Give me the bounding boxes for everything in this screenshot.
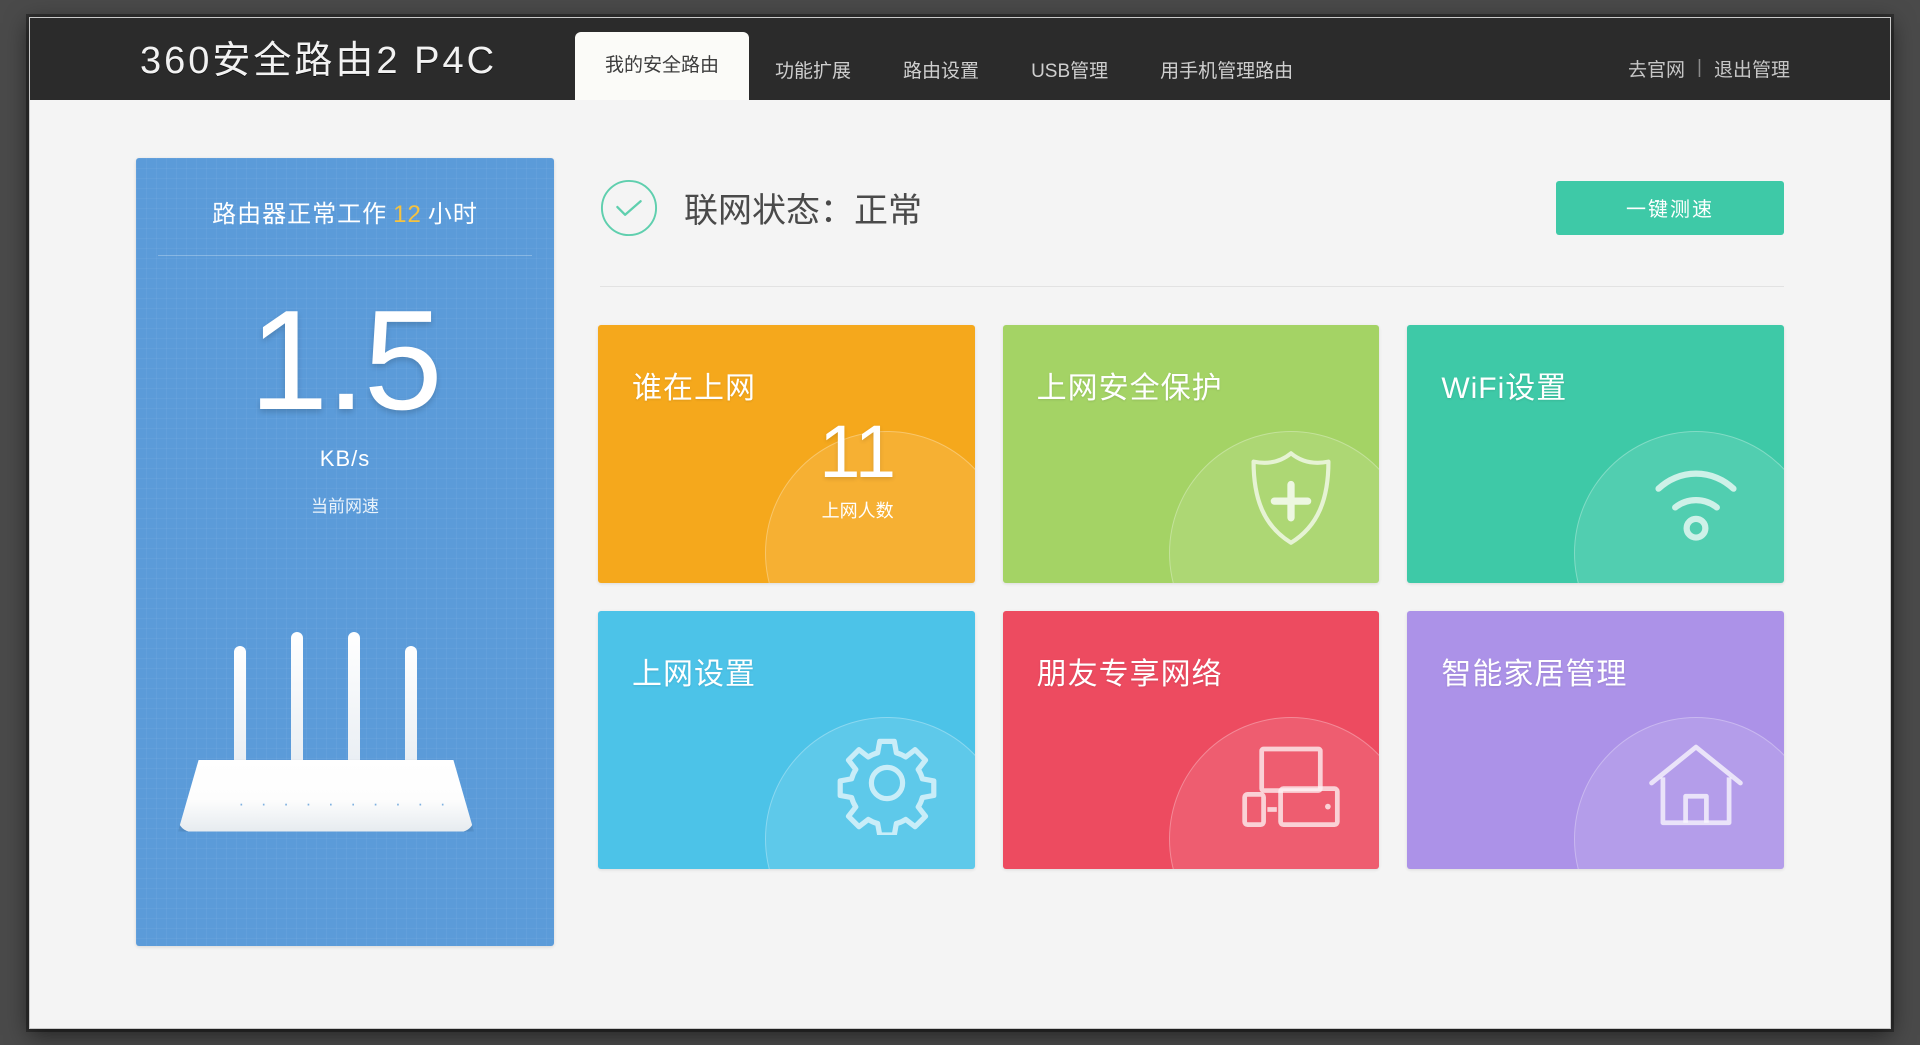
current-speed-caption: 当前网速 [136, 492, 554, 517]
page-content: 路由器正常工作12小时 1.5 KB/s 当前网速 · · · · · · · … [30, 100, 1890, 1029]
devices-icon [1239, 731, 1343, 835]
shield-plus-icon [1239, 445, 1343, 549]
card-title: 智能家居管理 [1441, 649, 1627, 693]
uptime-row: 路由器正常工作12小时 [136, 158, 554, 229]
connection-status-row: 联网状态：正常 一键测速 [598, 158, 1786, 258]
wifi-icon [1644, 445, 1748, 549]
tab-my-secure-router[interactable]: 我的安全路由 [575, 32, 749, 100]
card-title: 上网设置 [632, 649, 756, 693]
section-divider [600, 286, 1784, 287]
top-navigation-bar: 360安全路由2 P4C 我的安全路由 功能扩展 路由设置 USB管理 用手机管… [30, 18, 1890, 100]
online-user-count-number: 11 [819, 410, 896, 493]
tab-usb-management[interactable]: USB管理 [1005, 44, 1134, 100]
official-site-link[interactable]: 去官网 [1628, 55, 1685, 82]
uptime-hours-value: 12 [393, 201, 422, 228]
tab-feature-extensions[interactable]: 功能扩展 [749, 44, 877, 100]
tab-mobile-management[interactable]: 用手机管理路由 [1134, 44, 1319, 100]
content-inner: 路由器正常工作12小时 1.5 KB/s 当前网速 · · · · · · · … [136, 158, 1786, 1029]
speed-test-button[interactable]: 一键测速 [1556, 181, 1784, 235]
card-internet-security-protection[interactable]: 上网安全保护 [1003, 325, 1380, 583]
online-user-count: 11 上网人数 [793, 418, 923, 522]
main-column: 联网状态：正常 一键测速 谁在上网 11 上网人数 [598, 158, 1786, 1029]
router-antenna-3 [348, 632, 360, 766]
card-title: 上网安全保护 [1037, 363, 1223, 407]
router-status-panel: 路由器正常工作12小时 1.5 KB/s 当前网速 · · · · · · · … [136, 158, 554, 946]
logout-link[interactable]: 退出管理 [1714, 55, 1790, 82]
nav-separator: | [1697, 57, 1702, 79]
current-speed-value: 1.5 [136, 290, 554, 432]
card-smart-home-management[interactable]: 智能家居管理 [1407, 611, 1784, 869]
card-who-is-online[interactable]: 谁在上网 11 上网人数 [598, 325, 975, 583]
feature-card-grid: 谁在上网 11 上网人数 上网安全保护 [598, 325, 1786, 869]
card-guest-network[interactable]: 朋友专享网络 [1003, 611, 1380, 869]
home-icon [1644, 731, 1748, 835]
card-title: 谁在上网 [632, 363, 756, 407]
check-circle-icon [600, 179, 658, 237]
card-internet-settings[interactable]: 上网设置 [598, 611, 975, 869]
uptime-divider [158, 255, 532, 256]
tab-router-settings[interactable]: 路由设置 [877, 44, 1005, 100]
router-admin-window: 360安全路由2 P4C 我的安全路由 功能扩展 路由设置 USB管理 用手机管… [29, 17, 1891, 1029]
uptime-suffix-label: 小时 [428, 201, 478, 228]
current-speed-block: 1.5 KB/s 当前网速 [136, 290, 554, 517]
uptime-prefix-label: 路由器正常工作 [212, 201, 387, 228]
router-led-dots: · · · · · · · · · · [136, 794, 554, 814]
router-antenna-1 [234, 646, 246, 766]
brand-logo: 360安全路由2 P4C [140, 29, 497, 84]
current-speed-unit: KB/s [136, 446, 554, 472]
router-illustration: · · · · · · · · · · [136, 600, 554, 850]
card-title: WiFi设置 [1441, 363, 1567, 407]
router-antenna-2 [291, 632, 303, 766]
connection-status-text: 联网状态：正常 [684, 183, 922, 232]
nav-utility-links: 去官网 | 退出管理 [1628, 55, 1790, 82]
card-title: 朋友专享网络 [1037, 649, 1223, 693]
online-user-count-label: 上网人数 [793, 497, 923, 523]
gear-icon [835, 731, 939, 835]
main-nav-tabs: 我的安全路由 功能扩展 路由设置 USB管理 用手机管理路由 [575, 18, 1319, 100]
card-wifi-settings[interactable]: WiFi设置 [1407, 325, 1784, 583]
router-antenna-4 [405, 646, 417, 766]
